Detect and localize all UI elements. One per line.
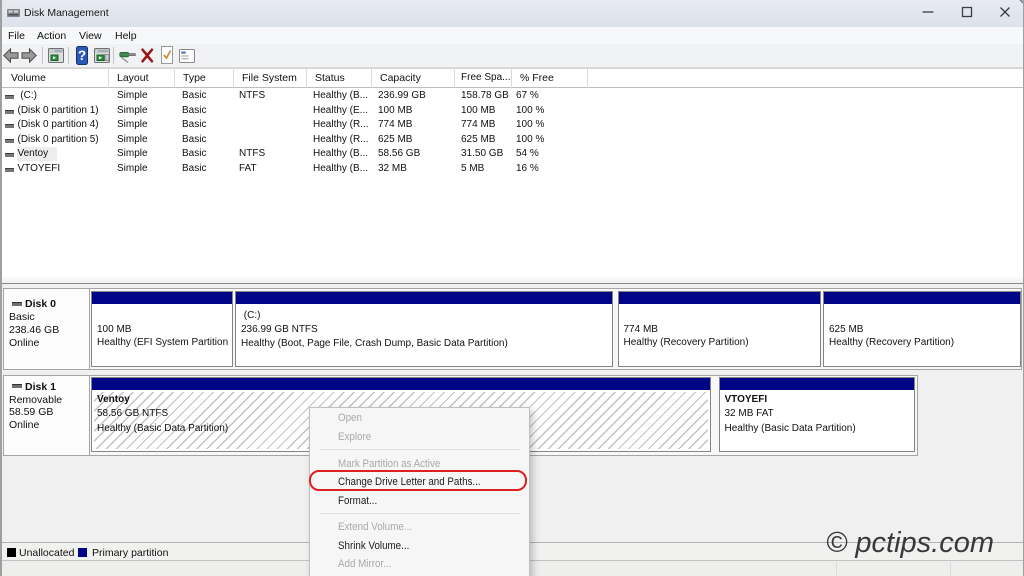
svg-text:?: ? <box>78 48 86 63</box>
